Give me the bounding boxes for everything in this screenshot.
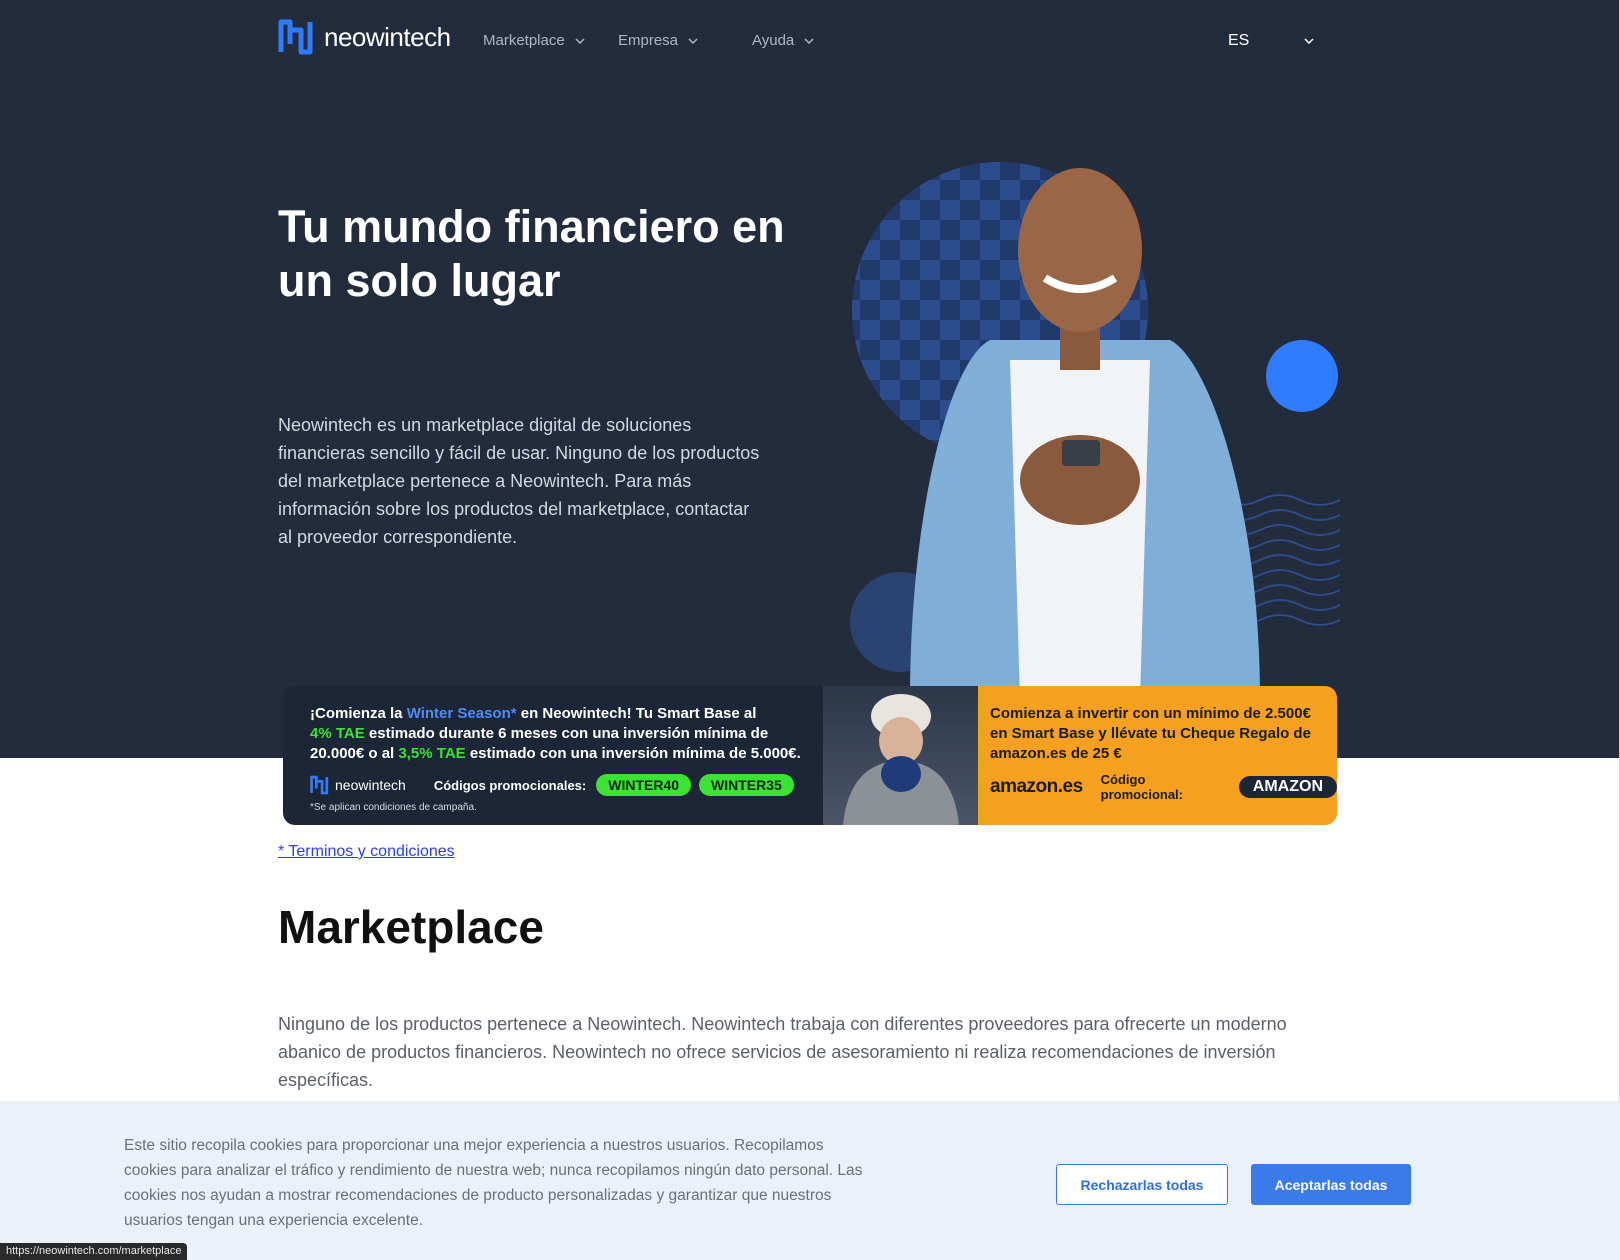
promo-codes-row: neowintech Códigos promocionales: WINTER… — [310, 774, 823, 796]
promo-text: estimado con una inversión mínima de 5.0… — [465, 745, 801, 762]
nav-item-label: Marketplace — [483, 32, 565, 49]
nav-item-label: Empresa — [618, 32, 679, 49]
promo-text: en Neowintech! Tu Smart Base al — [516, 705, 757, 722]
cookie-text: Este sitio recopila cookies para proporc… — [124, 1137, 863, 1229]
promo-code-winter35: WINTER35 — [699, 774, 794, 796]
promo-highlight: 4% TAE — [310, 725, 365, 742]
promo-codes-label: Códigos promocionales: — [433, 777, 587, 793]
cookie-banner: Este sitio recopila cookies para proporc… — [0, 1101, 1620, 1260]
promo-line-1: ¡Comienza la Winter Season* en Neowintec… — [310, 704, 823, 724]
nav-item-empresa[interactable]: Empresa — [618, 32, 698, 49]
marketplace-description: Ninguno de los productos pertenece a Neo… — [278, 1014, 1287, 1090]
hero-illustration — [850, 162, 1341, 700]
top-navigation: neowintech Marketplace Empresa Ayuda ES — [278, 18, 1328, 68]
promo-line-1: Comienza a invertir con un mínimo de 2.5… — [990, 705, 1311, 722]
reject-cookies-button[interactable]: Rechazarlas todas — [1056, 1164, 1228, 1205]
promo-text: estimado durante 6 meses con una inversi… — [364, 725, 769, 742]
neowintech-logo-icon — [310, 775, 329, 795]
nav-item-label: Ayuda — [752, 32, 795, 49]
promo-photo — [823, 686, 978, 825]
amazon-code-row: amazon.es Código promocional: AMAZON — [990, 772, 1337, 802]
nav-item-marketplace[interactable]: Marketplace — [483, 32, 585, 49]
promo-highlight: 3,5% TAE — [398, 745, 466, 762]
accept-cookies-button[interactable]: Aceptarlas todas — [1251, 1164, 1411, 1205]
neowintech-logo-icon — [278, 19, 313, 55]
promo-line-3: amazon.es de 25 € — [990, 745, 1122, 762]
status-bar-url: https://neowintech.com/marketplace — [0, 1243, 188, 1260]
promo-highlight: Winter Season* — [406, 705, 517, 722]
amazon-logo: amazon.es — [990, 776, 1083, 797]
brand-logo[interactable]: neowintech — [278, 18, 451, 56]
promo-footnote: *Se aplican condiciones de campaña. — [310, 802, 477, 813]
banner-brand: neowintech — [310, 775, 406, 795]
promo-line-3: 20.000€ o al 3,5% TAE estimado con una i… — [310, 744, 823, 764]
accent-circle — [1266, 340, 1338, 412]
promo-banner-amazon: Comienza a invertir con un mínimo de 2.5… — [978, 686, 1337, 825]
hero-section: neowintech Marketplace Empresa Ayuda ES … — [0, 0, 1620, 1260]
chevron-down-icon — [688, 37, 698, 44]
promo-text: 20.000€ o al — [310, 745, 399, 762]
winter-person-image — [843, 694, 959, 825]
promo-code-winter40: WINTER40 — [596, 774, 692, 796]
brand-name: neowintech — [324, 21, 451, 52]
hero-title: Tu mundo financiero en un solo lugar — [278, 201, 785, 306]
promo-code-label: Código promocional: — [1100, 772, 1183, 802]
promo-banner-winter: ¡Comienza la Winter Season* en Neowintec… — [283, 686, 823, 825]
promo-code-amazon: AMAZON — [1238, 776, 1337, 798]
chevron-down-icon — [804, 37, 814, 44]
language-selector[interactable]: ES — [1228, 32, 1249, 50]
terms-link[interactable]: * Terminos y condiciones — [278, 843, 455, 861]
promo-text: ¡Comienza la — [310, 705, 407, 722]
hero-description: Neowintech es un marketplace digital de … — [278, 415, 760, 547]
marketplace-title: Marketplace — [278, 901, 544, 953]
chevron-down-icon — [575, 37, 585, 44]
nav-item-ayuda[interactable]: Ayuda — [752, 32, 814, 49]
chevron-down-icon[interactable] — [1304, 38, 1314, 44]
banner-brand-name: neowintech — [335, 777, 406, 793]
promo-banner[interactable]: ¡Comienza la Winter Season* en Neowintec… — [283, 686, 1337, 825]
promo-line-2: 4% TAE estimado durante 6 meses con una … — [310, 724, 823, 744]
promo-line-2: en Smart Base y llévate tu Cheque Regalo… — [990, 725, 1311, 742]
